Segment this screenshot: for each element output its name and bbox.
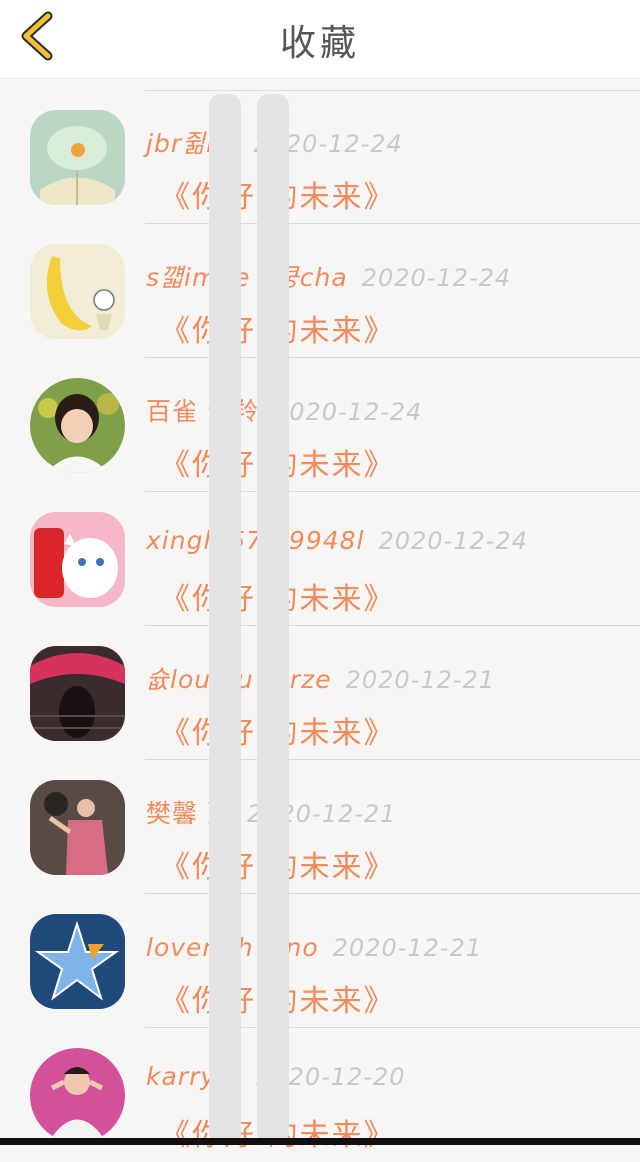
list-item[interactable]: 슚lou qu torze2020-12-21 《你好 的未来》: [0, 626, 640, 760]
header-bar: 收藏: [0, 0, 640, 79]
date: 2020-12-24: [378, 527, 528, 555]
scroll-overlay-bar[interactable]: [209, 94, 241, 1145]
list-item[interactable]: s꺫imne o쿵cha 2020-12-24 《你好 的未来》: [0, 224, 640, 358]
item-name-line: s꺫imne o쿵cha 2020-12-24: [146, 258, 511, 294]
avatar: [30, 512, 125, 607]
avatar: [30, 780, 125, 875]
item-name-line: lovem h멦ino2020-12-21: [146, 928, 482, 964]
username: xingh 57 79948l: [146, 526, 365, 555]
avatar: [30, 1048, 125, 1143]
list-item[interactable]: jbr쥚ne 2020-12-24 《你好 的未来》: [0, 90, 640, 224]
avatar: [30, 646, 125, 741]
scroll-overlay-bar[interactable]: [257, 94, 289, 1145]
page-title: 收藏: [279, 23, 360, 64]
item-name-line: xingh 57 79948l 2020-12-24: [146, 526, 528, 555]
avatar: [30, 914, 125, 1009]
avatar: [30, 110, 125, 205]
date: 2020-12-24: [361, 264, 512, 292]
list-item[interactable]: 樊馨 蔓 2020-12-21 《你好 的未来》: [0, 760, 640, 894]
list-item[interactable]: lovem h멦ino2020-12-21 《你好 的未来》: [0, 894, 640, 1028]
date: 2020-12-21: [332, 934, 483, 962]
username: s꺫imne o쿵cha: [146, 263, 348, 292]
bottom-edge: [0, 1138, 640, 1145]
date: 2020-12-21: [345, 666, 496, 694]
avatar: [30, 244, 125, 339]
list-item[interactable]: 百雀 合羚 2020-12-24 《你好 的未来》: [0, 358, 640, 492]
username: 百雀 合羚: [146, 397, 259, 426]
item-name-line: 슚lou qu torze2020-12-21: [146, 660, 495, 696]
date: 2020-12-24: [272, 398, 423, 426]
avatar: [30, 378, 125, 473]
list-item[interactable]: xingh 57 79948l 2020-12-24 《你好 的未来》: [0, 492, 640, 626]
